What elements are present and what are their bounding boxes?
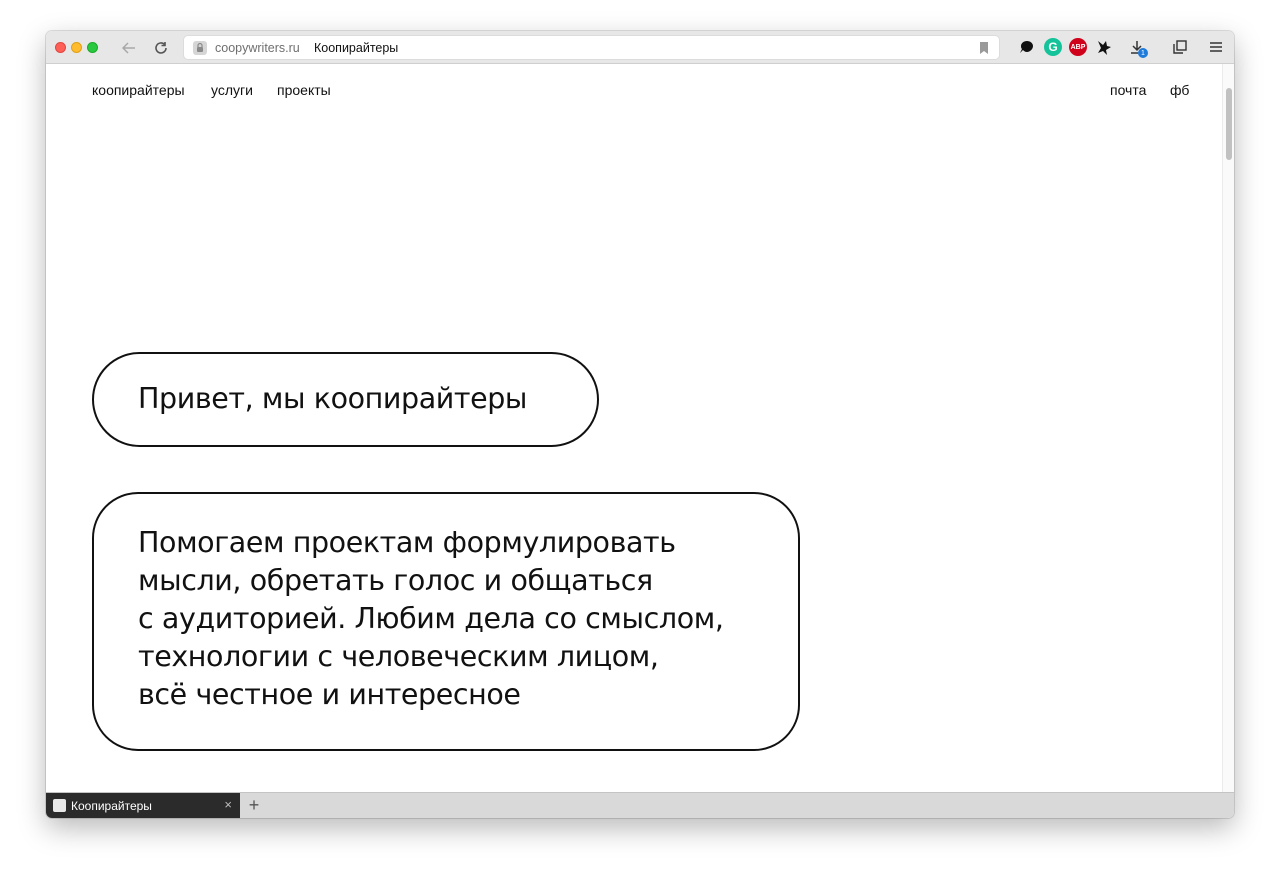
download-icon[interactable]: 1 [1128, 38, 1148, 58]
window-close-button[interactable] [55, 42, 66, 53]
nav-link-koopirajtery[interactable]: коопирайтеры [92, 82, 185, 98]
greeting-text: Привет, мы коопирайтеры [138, 382, 528, 415]
description-bubble: Помогаем проектам формулировать мысли, о… [92, 492, 800, 751]
tab-close-icon[interactable]: × [224, 797, 232, 812]
url-domain: coopywriters.ru [215, 41, 300, 55]
bookmark-icon[interactable] [979, 42, 989, 54]
new-tab-button[interactable]: + [244, 794, 264, 816]
browser-toolbar: coopywriters.ru Коопирайтеры G ABP 1 [46, 31, 1234, 64]
reload-button[interactable] [150, 37, 172, 59]
nav-link-pochta[interactable]: почта [1110, 82, 1146, 98]
downloads-badge: 1 [1138, 48, 1148, 58]
vertical-scrollbar[interactable] [1222, 64, 1234, 792]
description-line: с аудиторией. Любим дела со смыслом, [138, 602, 724, 635]
address-bar[interactable]: coopywriters.ru Коопирайтеры [183, 35, 1000, 60]
description-line: технологии с человеческим лицом, [138, 640, 659, 673]
browser-window: coopywriters.ru Коопирайтеры G ABP 1 коо… [46, 31, 1234, 818]
collections-icon[interactable] [1171, 38, 1189, 56]
nav-link-uslugi[interactable]: услуги [211, 82, 253, 98]
menu-icon[interactable] [1207, 38, 1225, 56]
adblock-extension-icon[interactable]: ABP [1069, 38, 1087, 56]
page-favicon-icon [53, 799, 66, 812]
reload-icon [155, 42, 167, 54]
back-button[interactable] [118, 37, 140, 59]
tab-title: Коопирайтеры [71, 799, 152, 813]
description-line: мысли, обретать голос и общаться [138, 564, 653, 597]
url-page-title: Коопирайтеры [314, 41, 399, 55]
window-minimize-button[interactable] [71, 42, 82, 53]
description-line: всё честное и интересное [138, 678, 521, 711]
tab-koopirajtery[interactable]: Коопирайтеры × [46, 793, 240, 818]
description-line: Помогаем проектам формулировать [138, 526, 676, 559]
nav-link-fb[interactable]: фб [1170, 82, 1189, 98]
scrollbar-thumb[interactable] [1226, 88, 1232, 160]
window-maximize-button[interactable] [87, 42, 98, 53]
arrow-left-icon [122, 42, 135, 54]
greeting-bubble: Привет, мы коопирайтеры [92, 352, 599, 447]
bird-extension-icon[interactable] [1095, 38, 1113, 56]
lock-icon [193, 41, 207, 55]
pocket-extension-icon[interactable] [1018, 38, 1036, 56]
tab-bar: Коопирайтеры × + [46, 792, 1234, 818]
nav-link-proekty[interactable]: проекты [277, 82, 331, 98]
grammarly-extension-icon[interactable]: G [1044, 38, 1062, 56]
page-content: коопирайтеры услуги проекты почта фб При… [46, 64, 1222, 792]
